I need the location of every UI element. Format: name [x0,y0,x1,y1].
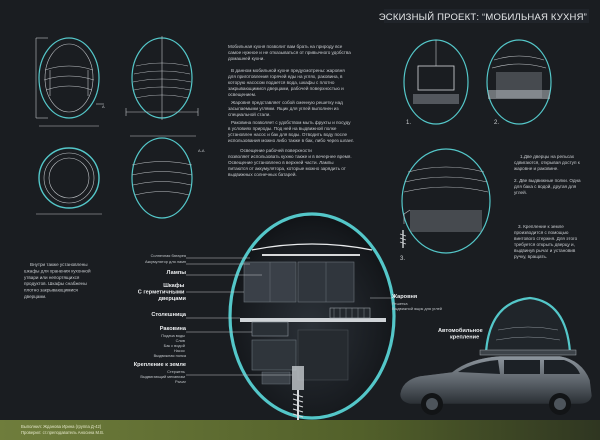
step-3-label: 3. [400,256,405,262]
footer-bar: Выполнил: Жданова Ирина (группа Д-42) Пр… [0,420,600,440]
footer-reviewer: Проверил: ст.преподаватель Аносина М.В. [21,430,104,435]
presentation-sheet: ЭСКИЗНЫЙ ПРОЕКТ: “МОБИЛЬНАЯ КУХНЯ” A A-A… [0,0,600,440]
section-mark-a: A [102,104,105,109]
step-2-label: 2. [494,120,499,126]
sheet-title: ЭСКИЗНЫЙ ПРОЕКТ: “МОБИЛЬНАЯ КУХНЯ” [379,11,587,23]
header-bar: ЭСКИЗНЫЙ ПРОЕКТ: “МОБИЛЬНАЯ КУХНЯ” [379,9,589,23]
callout-grill: Жаровня [391,294,417,300]
step-1-label: 1. [406,120,411,126]
callout-lamps: Лампы [167,270,187,276]
callout-worktop: Столешница [151,312,187,318]
callout-ground-mount: Крепление к земле [134,362,186,368]
callout-solar-battery: Солнечная батарея [151,253,186,258]
intro-paragraph-4: Раковина позволяет с удобством мыть фрук… [228,120,354,143]
kitchen-cutaway [228,212,396,420]
callout-accumulator: Аккумулятор для ламп [145,259,186,264]
callout-sink: Раковина [160,326,187,332]
footer-author: Выполнил: Жданова Ирина (группа Д-42) [21,424,102,429]
section-mark-aa: A-A [198,148,205,153]
